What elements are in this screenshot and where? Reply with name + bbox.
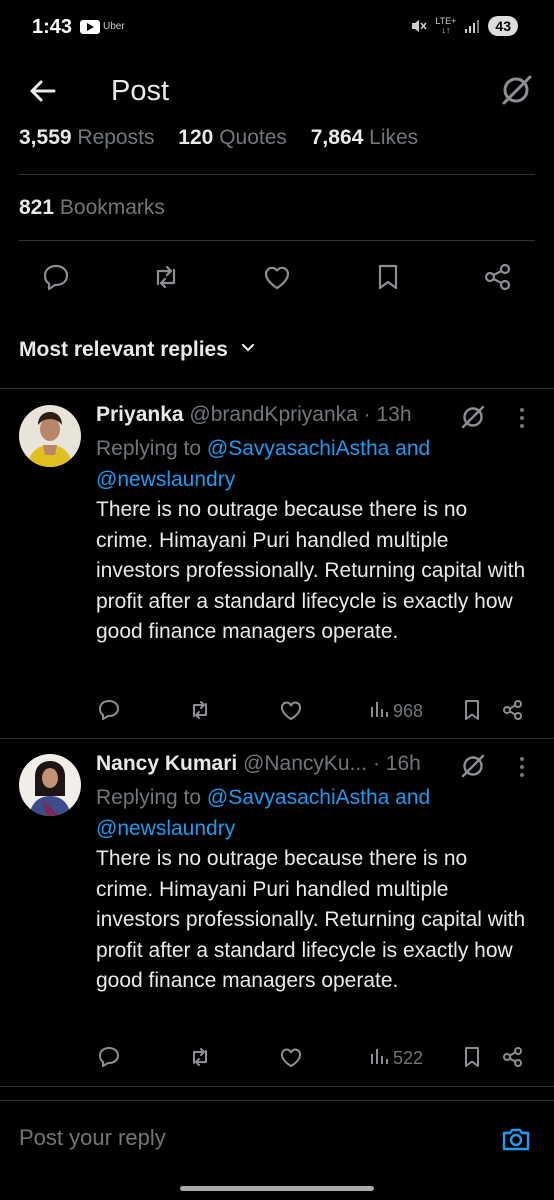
replying-to: Replying to @SavyasachiAstha and @newsla… [96,786,431,840]
youtube-icon [80,20,100,34]
reply-composer [0,1100,554,1200]
share-icon[interactable] [500,697,526,723]
author-name[interactable]: Nancy Kumari [96,752,237,775]
signal-icon [464,18,480,34]
author-handle[interactable]: @NancyKu... [243,752,367,775]
divider [19,240,535,241]
more-options-icon[interactable] [514,405,530,431]
analytics-icon [369,699,389,724]
reply-action-bar: 968 [0,697,554,727]
network-indicator: LTE+ ↓↑ [435,16,457,35]
like-heart-icon[interactable] [260,260,294,294]
reply-action-bar: 522 [0,1044,554,1074]
mention-link[interactable]: @SavyasachiAstha [207,437,389,460]
replying-to: Replying to @SavyasachiAstha and @newsla… [96,437,431,491]
page-title: Post [111,75,170,107]
camera-icon[interactable] [500,1123,532,1155]
like-heart-icon[interactable] [278,697,304,723]
grok-icon[interactable] [498,72,534,108]
mute-icon [409,17,427,35]
grok-icon[interactable] [459,403,487,431]
chevron-down-icon [240,338,256,362]
reply-input[interactable] [19,1125,459,1151]
mention-link[interactable]: @newslaundry [96,817,235,840]
mention-link[interactable]: @newslaundry [96,468,235,491]
status-indicators: LTE+ ↓↑ 43 [409,16,518,36]
divider [19,174,535,175]
bookmarks-stat[interactable]: 821 Bookmarks [19,196,165,220]
analytics-icon [369,1046,389,1071]
status-bar: 1:43 Uber LTE+ ↓↑ 43 [0,0,554,56]
reply-header: Nancy Kumari @NancyKu... · 16h [96,752,456,776]
views-count[interactable]: 968 [369,699,423,724]
reply-timestamp: · 16h [372,752,421,775]
status-app-badge: Uber [103,21,125,32]
mention-link[interactable]: @SavyasachiAstha [207,786,389,809]
bookmark-icon[interactable] [459,697,485,723]
reply-icon[interactable] [96,697,122,723]
divider [0,1086,554,1087]
back-arrow-icon[interactable] [26,74,60,108]
reply-icon[interactable] [39,260,73,294]
home-indicator[interactable] [180,1186,374,1191]
reply-icon[interactable] [96,1044,122,1070]
battery-indicator: 43 [488,16,518,36]
avatar[interactable] [19,754,81,816]
quotes-stat[interactable]: 120 Quotes [178,126,287,149]
reply-text: There is no outrage because there is no … [96,498,526,643]
author-handle[interactable]: @brandKpriyanka [189,403,357,426]
views-count[interactable]: 522 [369,1046,423,1071]
reply-timestamp: · 13h [363,403,412,426]
reply-item[interactable]: Nancy Kumari @NancyKu... · 16h Replying … [0,738,554,1086]
likes-stat[interactable]: 7,864 Likes [311,126,418,149]
top-app-bar: Post [0,58,554,126]
reply-item[interactable]: Priyanka @brandKpriyanka · 13h Replying … [0,389,554,737]
reply-sort-dropdown[interactable]: Most relevant replies [19,338,256,362]
repost-icon[interactable] [187,697,213,723]
post-action-bar [0,256,554,300]
avatar[interactable] [19,405,81,467]
share-icon[interactable] [500,1044,526,1070]
author-name[interactable]: Priyanka [96,403,184,426]
reply-text: There is no outrage because there is no … [96,847,526,992]
reply-header: Priyanka @brandKpriyanka · 13h [96,403,456,427]
status-time: 1:43 [32,16,73,38]
repost-icon[interactable] [149,260,183,294]
bookmark-icon[interactable] [371,260,405,294]
bookmark-icon[interactable] [459,1044,485,1070]
reposts-stat[interactable]: 3,559 Reposts [19,126,154,149]
engagement-stats: 3,559 Reposts 120 Quotes 7,864 Likes [19,126,436,150]
share-icon[interactable] [481,260,515,294]
sort-label: Most relevant replies [19,338,228,361]
more-options-icon[interactable] [514,754,530,780]
like-heart-icon[interactable] [278,1044,304,1070]
repost-icon[interactable] [187,1044,213,1070]
grok-icon[interactable] [459,752,487,780]
